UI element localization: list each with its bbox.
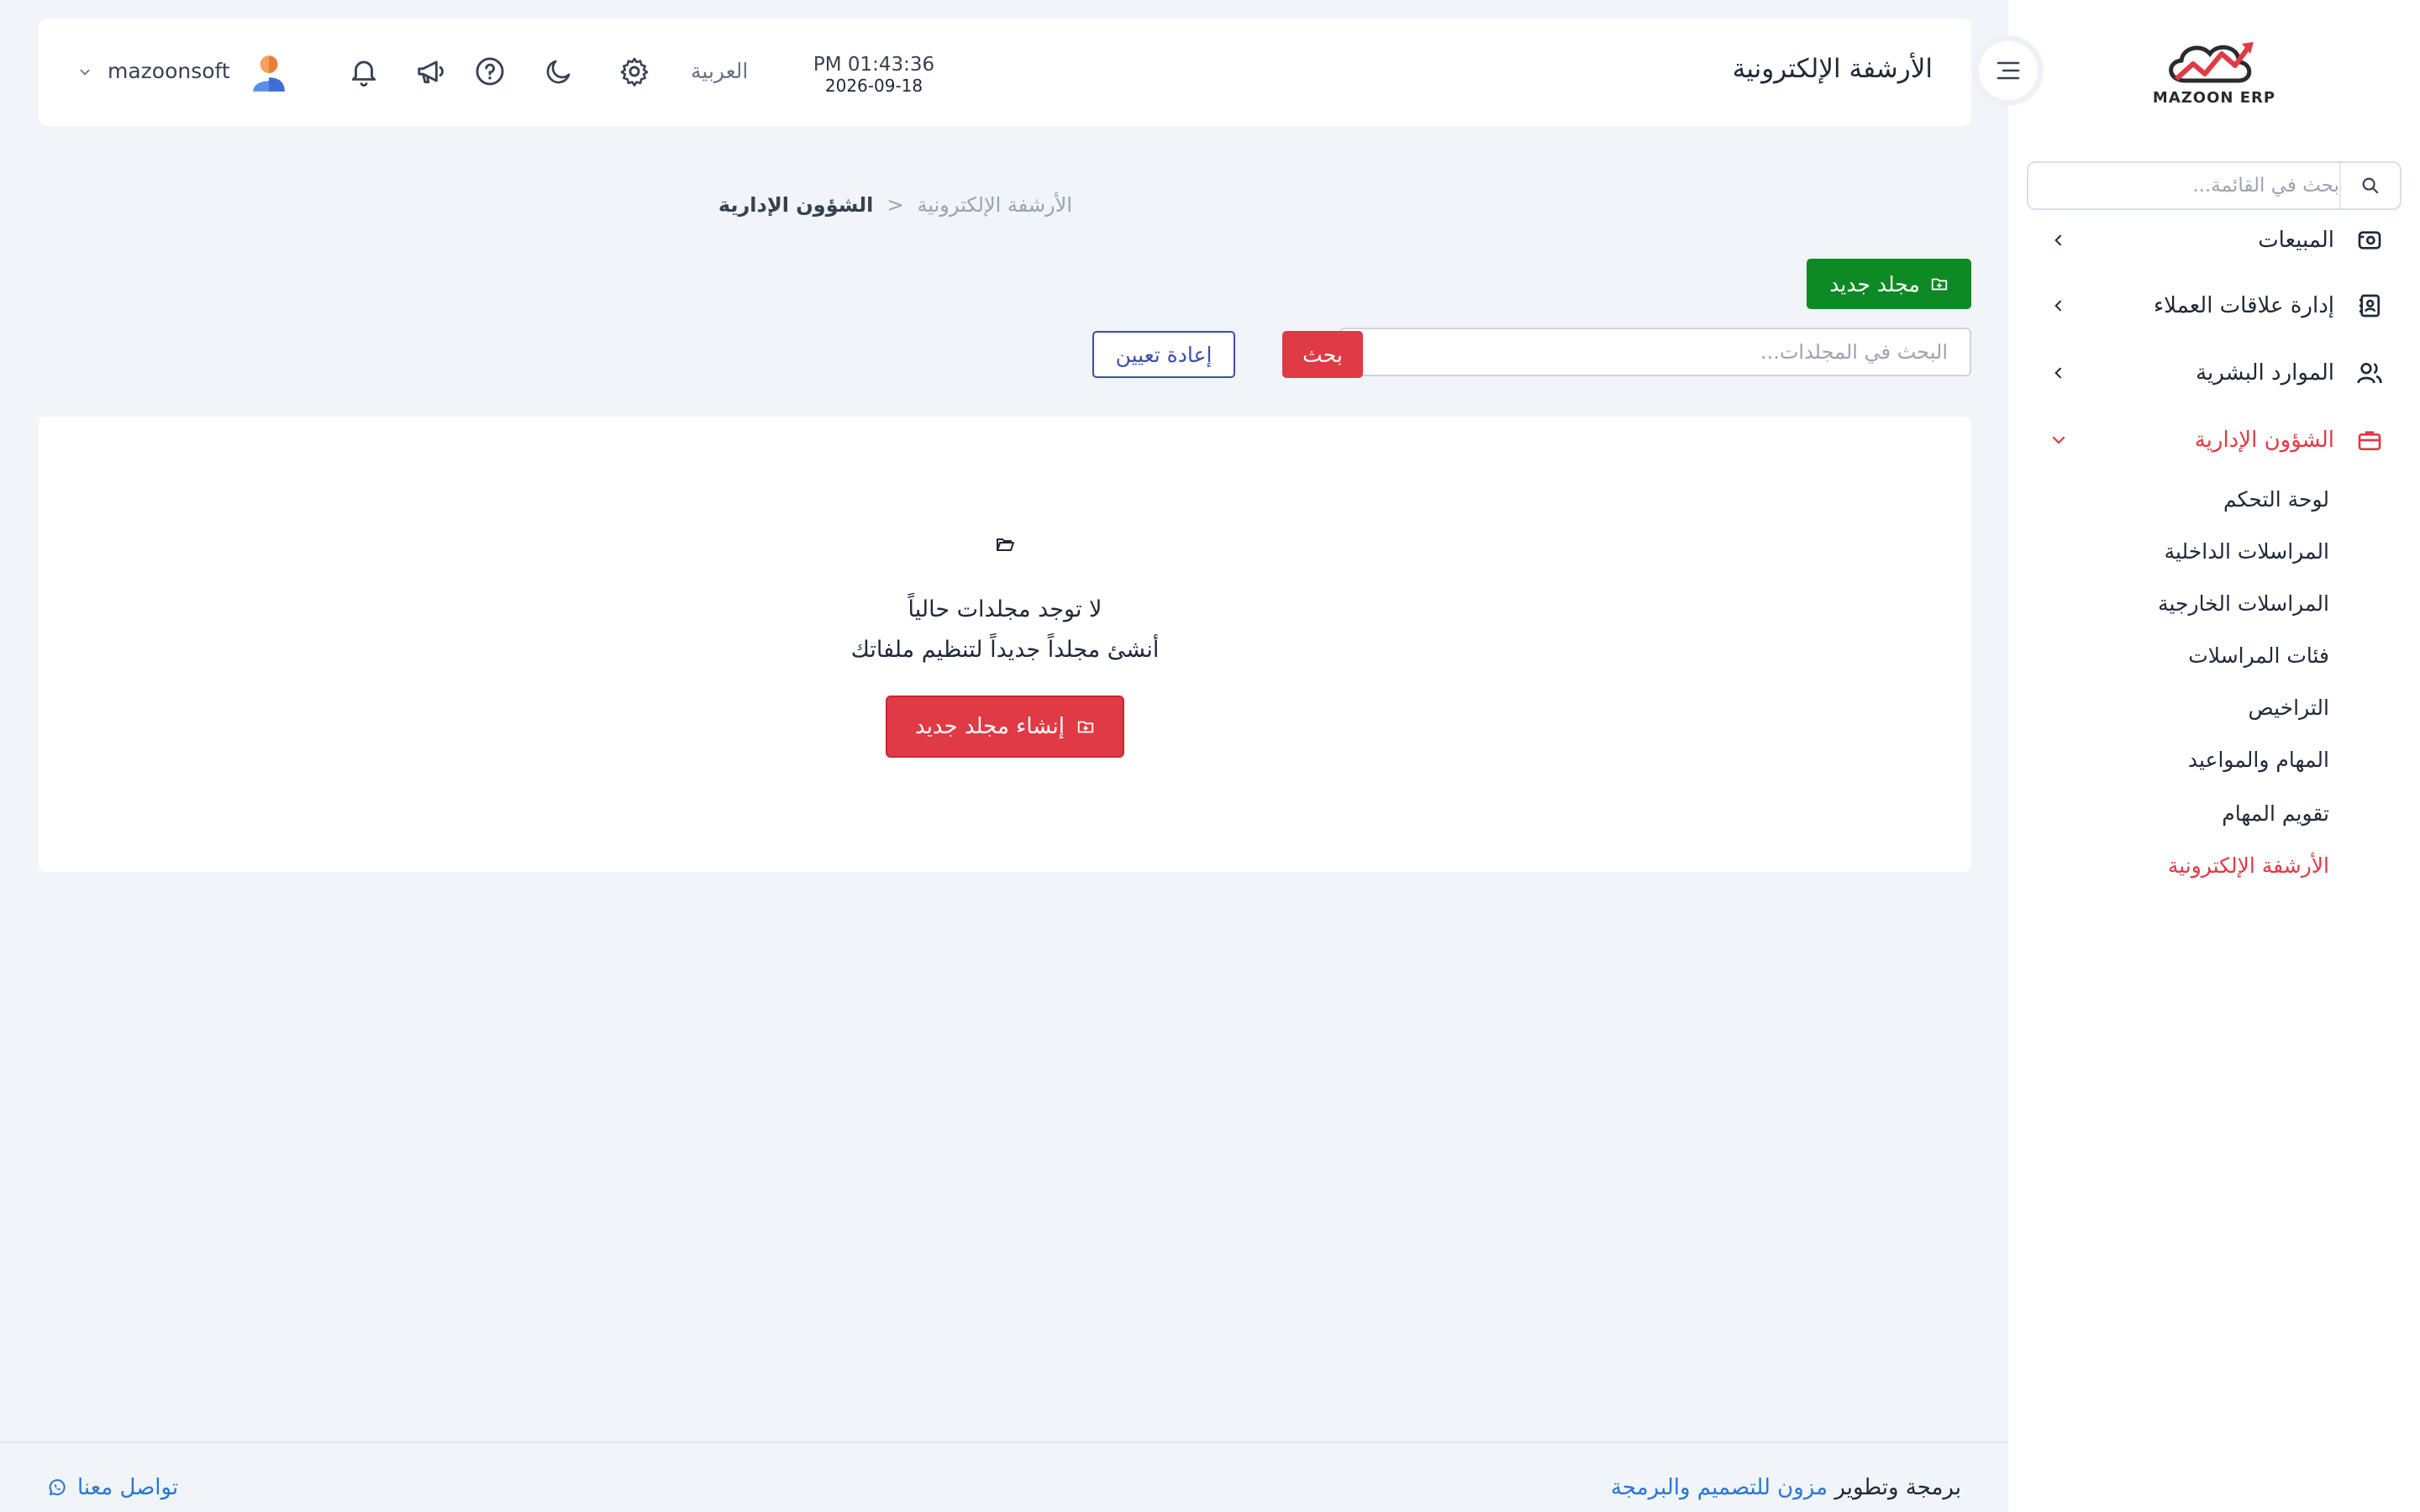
contacts-book-icon [2353, 289, 2386, 323]
create-folder-button[interactable]: إنشاء مجلد جديد [886, 696, 1124, 758]
empty-state-title: لا توجد مجلدات حالياً [908, 596, 1102, 622]
breadcrumb-current: الأرشفة الإلكترونية [917, 193, 1072, 217]
footer-divider [0, 1441, 2008, 1443]
announcement-megaphone-icon[interactable] [412, 52, 450, 91]
chevron-down-icon [2042, 415, 2075, 465]
avatar[interactable] [247, 50, 291, 94]
chevron-left-icon [2042, 215, 2075, 265]
page-title: الأرشفة الإلكترونية [1732, 54, 1933, 84]
reset-button[interactable]: إعادة تعيين [1092, 331, 1235, 378]
sidebar-subitem-task-calendar[interactable]: تقويم المهام [2222, 801, 2329, 826]
menu-lines-icon [1996, 61, 2020, 80]
language-switcher[interactable]: العربية [691, 59, 748, 83]
breadcrumb-separator: < [886, 193, 904, 217]
notifications-bell-icon[interactable] [345, 52, 383, 91]
clock-time: PM 01:43:36 [813, 54, 935, 76]
sidebar-item-label: الشؤون الإدارية [2194, 428, 2334, 453]
sidebar-toggle[interactable] [1973, 35, 2044, 106]
folder-plus-icon [1931, 278, 1947, 291]
new-folder-button-label: مجلد جديد [1829, 271, 1920, 297]
folders-card: لا توجد مجلدات حالياً أنشئ مجلداً جديداً… [39, 417, 1971, 872]
camera-box-icon [2353, 223, 2386, 257]
folder-plus-icon [1077, 721, 1094, 733]
sidebar-item-crm[interactable]: إدارة علاقات العملاء [2042, 281, 2386, 331]
sidebar-item-label: المبيعات [2258, 228, 2334, 253]
folder-search-input[interactable] [1339, 328, 1971, 376]
whatsapp-icon [49, 1479, 66, 1496]
breadcrumb-parent[interactable]: الشؤون الإدارية [718, 193, 874, 217]
logo-cloud-icon [2169, 42, 2254, 83]
top-header: الأرشفة الإلكترونية PM 01:43:36 2026-09-… [39, 18, 1971, 126]
sidebar-item-hr[interactable]: الموارد البشرية [2042, 348, 2386, 398]
sidebar-item-admin-affairs[interactable]: الشؤون الإدارية [2042, 415, 2386, 465]
sidebar-subitem-external-correspondence[interactable]: المراسلات الخارجية [2158, 591, 2329, 616]
dark-mode-moon-icon[interactable] [539, 52, 578, 91]
footer-credit-link[interactable]: مزون للتصميم والبرمجة [1611, 1475, 1828, 1500]
chevron-down-icon[interactable] [79, 66, 91, 81]
sidebar-subitem-tasks-appointments[interactable]: المهام والمواعيد [2188, 748, 2329, 772]
chevron-left-icon [2042, 281, 2075, 331]
settings-gear-icon[interactable] [615, 52, 654, 91]
footer-credit: برمجة وتطوير مزون للتصميم والبرمجة [1611, 1475, 1961, 1500]
sidebar-subitem-licenses[interactable]: التراخيص [2249, 696, 2329, 720]
user-name[interactable]: mazoonsoft [108, 59, 230, 83]
create-folder-button-label: إنشاء مجلد جديد [915, 714, 1065, 739]
breadcrumb: الشؤون الإدارية < الأرشفة الإلكترونية [718, 193, 1072, 217]
new-folder-button[interactable]: مجلد جديد [1807, 259, 1971, 309]
sidebar-item-sales[interactable]: المبيعات [2042, 215, 2386, 265]
contact-us-link[interactable]: تواصل معنا [47, 1475, 178, 1500]
empty-state-subtitle: أنشئ مجلداً جديداً لتنظيم ملفاتك [850, 637, 1160, 663]
sidebar-search [2027, 161, 2402, 210]
sidebar-search-input[interactable] [2028, 163, 2339, 208]
footer-credit-prefix: برمجة وتطوير [1834, 1475, 1961, 1500]
sidebar-subitem-internal-correspondence[interactable]: المراسلات الداخلية [2165, 539, 2329, 564]
clock: PM 01:43:36 2026-09-18 [798, 54, 950, 96]
sidebar-item-label: إدارة علاقات العملاء [2153, 293, 2334, 318]
help-icon[interactable] [471, 52, 509, 91]
clock-date: 2026-09-18 [824, 76, 923, 96]
briefcase-icon [2353, 423, 2386, 457]
contact-us-label: تواصل معنا [77, 1475, 179, 1500]
sidebar-toggle-inner [1979, 41, 2038, 100]
sidebar-item-label: الموارد البشرية [2196, 360, 2334, 386]
chevron-left-icon [2042, 348, 2075, 398]
brand-name: MAZOON ERP [2152, 89, 2276, 107]
search-icon[interactable] [2341, 163, 2400, 208]
sidebar: MAZOON ERP المبيعات إدارة علاقات العملاء… [2008, 0, 2420, 1512]
sidebar-subitem-electronic-archive[interactable]: الأرشفة الإلكترونية [2168, 853, 2329, 878]
sidebar-subitem-correspondence-categories[interactable]: فئات المراسلات [2188, 643, 2329, 668]
sidebar-subitem-dashboard[interactable]: لوحة التحكم [2223, 487, 2329, 512]
search-button[interactable]: بحث [1282, 331, 1363, 378]
folder-open-icon [997, 538, 1014, 551]
brand-logo[interactable]: MAZOON ERP [2151, 32, 2277, 116]
users-icon [2353, 356, 2386, 390]
